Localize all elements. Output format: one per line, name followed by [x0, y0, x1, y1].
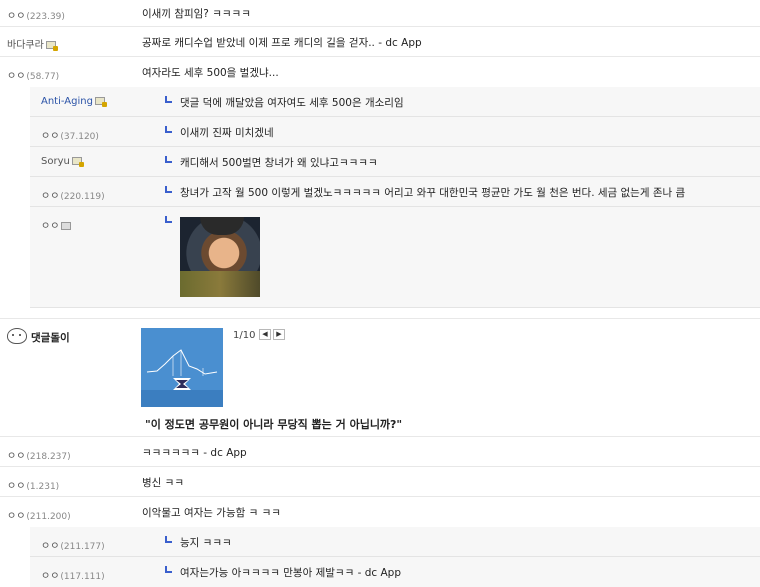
comment-ip: (223.39)	[26, 12, 65, 22]
reply-ip: (37.120)	[60, 132, 99, 142]
reply-nick[interactable]: ㅇㅇ(117.111)	[41, 567, 105, 582]
comment-list: ㅇㅇ(223.39) 이새끼 참피임? ㅋㅋㅋㅋ 바다쿠라 공짜로 캐디수업 받…	[0, 0, 760, 587]
reply-nick[interactable]: Soryu	[41, 156, 84, 167]
reply-text: 캐디해서 500벌면 창녀가 왜 있냐고ㅋㅋㅋㅋ	[180, 157, 378, 169]
reply-row: ㅇㅇ(211.177) 능지 ㅋㅋㅋ	[30, 527, 760, 557]
comment-ip: (1.231)	[26, 482, 60, 492]
next-button[interactable]: ▶	[273, 329, 285, 340]
reply-row: ㅇㅇ(117.111) 여자는가능 아ㅋㅋㅋㅋ 만봉아 제발ㅋㅋ - dc Ap…	[30, 557, 760, 587]
comment-row: ㅇㅇ(1.231) 병신 ㅋㅋ	[0, 467, 760, 497]
comment-text: 이새끼 참피임? ㅋㅋㅋㅋ	[142, 8, 251, 20]
reply-arrow-icon	[165, 126, 172, 133]
comment-nick[interactable]: ㅇㅇ(211.200)	[7, 507, 71, 522]
reply-row: Anti-Aging 댓글 덕에 깨달았음 여자여도 세후 500은 개소리임	[30, 87, 760, 117]
comment-text: ㅋㅋㅋㅋㅋㅋ - dc App	[142, 447, 247, 459]
reply-arrow-icon	[165, 566, 172, 573]
comment-text: 공짜로 캐디수업 받았네 이제 프로 캐디의 길을 걷자.. - dc App	[142, 37, 422, 49]
reply-image[interactable]	[180, 217, 260, 297]
reply-nick[interactable]: ㅇㅇ	[41, 217, 72, 232]
fixed-nick-icon	[45, 41, 58, 51]
comment-nick[interactable]: ㅇㅇ(223.39)	[7, 7, 65, 22]
comment-text: 병신 ㅋㅋ	[142, 477, 184, 489]
news-title-link[interactable]: "이 정도면 공무원이 아니라 무당직 뽑는 거 아닙니까?"	[145, 416, 402, 432]
reply-nick[interactable]: ㅇㅇ(37.120)	[41, 127, 99, 142]
reply-arrow-icon	[165, 96, 172, 103]
image-icon	[61, 222, 72, 230]
reply-nick[interactable]: ㅇㅇ(211.177)	[41, 537, 105, 552]
bot-pager: 1/10	[233, 330, 256, 341]
bot-name: 댓글돌이	[31, 332, 70, 344]
comment-row: ㅇㅇ(223.39) 이새끼 참피임? ㅋㅋㅋㅋ	[0, 0, 760, 27]
reply-text: 댓글 덕에 깨달았음 여자여도 세후 500은 개소리임	[180, 97, 404, 109]
comment-nick[interactable]: ㅇㅇ(58.77)	[7, 67, 59, 82]
comment-ip: (218.237)	[26, 452, 71, 462]
comment-row: 바다쿠라 공짜로 캐디수업 받았네 이제 프로 캐디의 길을 걷자.. - dc…	[0, 27, 760, 57]
comment-text: 여자라도 세후 500을 벌겠냐...	[142, 67, 279, 79]
comment-nick[interactable]: ㅇㅇ(1.231)	[7, 477, 59, 492]
comment-text: 이악물고 여자는 가능함 ㅋ ㅋㅋ	[142, 507, 281, 519]
comment-ip: (58.77)	[26, 72, 60, 82]
reply-arrow-icon	[165, 156, 172, 163]
reply-arrow-icon	[165, 536, 172, 543]
reply-text: 이새끼 진짜 미치겠네	[180, 127, 274, 139]
comment-row: ㅇㅇ(211.200) 이악물고 여자는 가능함 ㅋ ㅋㅋ	[0, 497, 760, 527]
reply-arrow-icon	[165, 186, 172, 193]
comment-row: ㅇㅇ(218.237) ㅋㅋㅋㅋㅋㅋ - dc App	[0, 437, 760, 467]
reply-row: ㅇㅇ	[30, 207, 760, 308]
fixed-nick-icon	[71, 157, 84, 167]
reply-nick[interactable]: Anti-Aging	[41, 96, 107, 107]
reply-ip: (220.119)	[60, 192, 105, 202]
news-thumbnail[interactable]	[141, 328, 223, 407]
comment-nick[interactable]: ㅇㅇ(218.237)	[7, 447, 71, 462]
comment-ip: (211.200)	[26, 512, 71, 522]
reply-text: 여자는가능 아ㅋㅋㅋㅋ 만봉아 제발ㅋㅋ - dc App	[180, 567, 401, 579]
reply-text: 창녀가 고작 월 500 이렇게 벌겠노ㅋㅋㅋㅋㅋ 어리고 와꾸 대한민국 평균…	[180, 187, 686, 199]
bot-face-icon	[7, 328, 27, 344]
comment-nick[interactable]: 바다쿠라	[7, 36, 58, 51]
reply-row: ㅇㅇ(220.119) 창녀가 고작 월 500 이렇게 벌겠노ㅋㅋㅋㅋㅋ 어리…	[30, 177, 760, 207]
comment-row: ㅇㅇ(58.77) 여자라도 세후 500을 벌겠냐...	[0, 57, 760, 87]
reply-arrow-icon	[165, 216, 172, 223]
reply-text: 능지 ㅋㅋㅋ	[180, 537, 232, 549]
reply-nick[interactable]: ㅇㅇ(220.119)	[41, 187, 105, 202]
reply-ip: (117.111)	[60, 572, 105, 582]
reply-row: ㅇㅇ(37.120) 이새끼 진짜 미치겠네	[30, 117, 760, 147]
fixed-nick-icon	[94, 97, 107, 107]
reply-ip: (211.177)	[60, 542, 105, 552]
prev-button[interactable]: ◀	[259, 329, 271, 340]
reply-row: Soryu 캐디해서 500벌면 창녀가 왜 있냐고ㅋㅋㅋㅋ	[30, 147, 760, 177]
